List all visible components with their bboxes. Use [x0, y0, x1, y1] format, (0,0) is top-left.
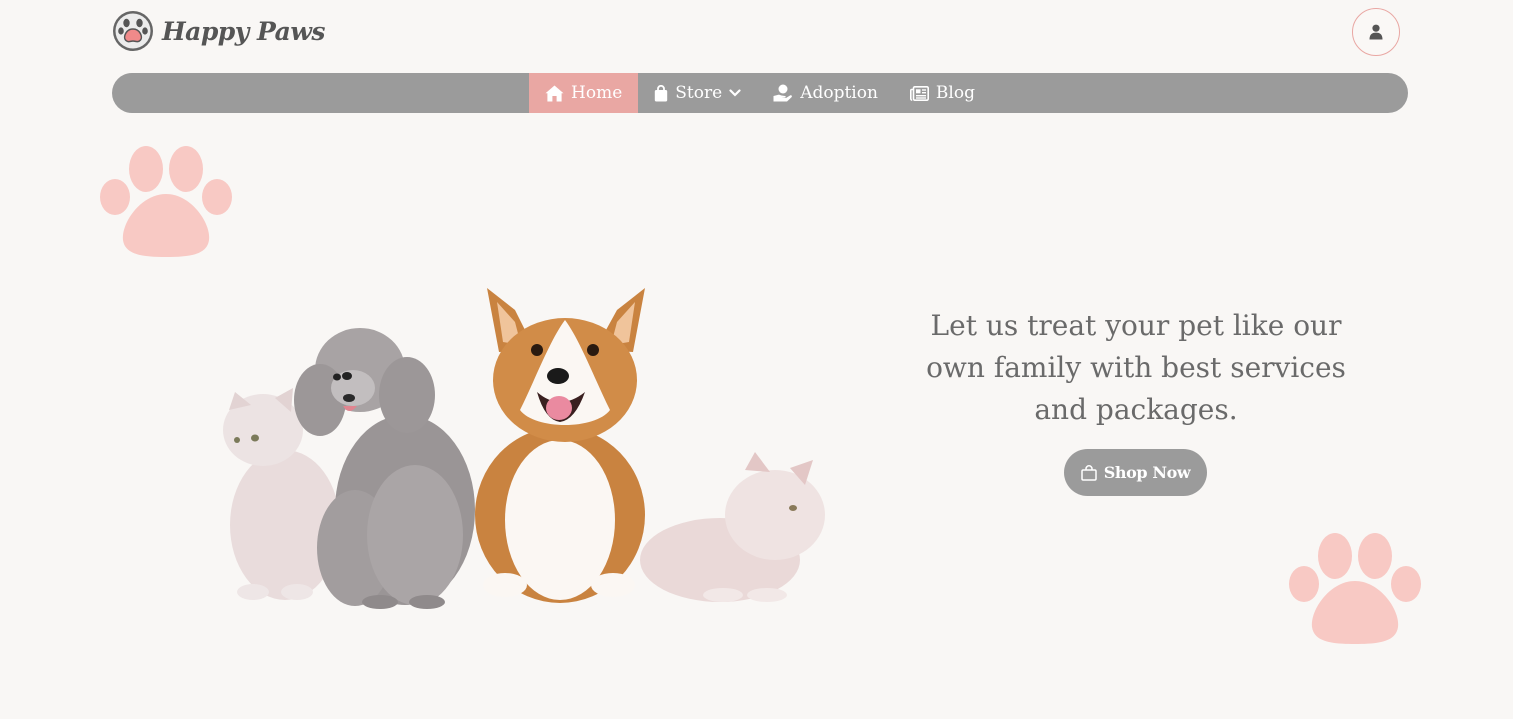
page: Happy Paws Home Store Adoption Blog Let … — [0, 0, 1513, 719]
paw-logo-icon — [113, 11, 153, 51]
nav-item-adoption[interactable]: Adoption — [757, 73, 894, 113]
brand-name: Happy Paws — [162, 16, 325, 46]
hero-pets-image — [223, 288, 825, 609]
user-icon — [1369, 24, 1383, 40]
nav-label-adoption: Adoption — [800, 83, 878, 103]
newspaper-icon — [909, 85, 929, 101]
main-nav: Home Store Adoption Blog — [112, 73, 1408, 113]
shopping-bag-icon — [655, 84, 668, 101]
nav-item-blog[interactable]: Blog — [894, 73, 991, 113]
nav-item-home[interactable]: Home — [529, 73, 639, 113]
nav-item-store[interactable]: Store — [638, 73, 757, 113]
nav-label-home: Home — [571, 83, 623, 103]
hand-holding-heart-icon — [773, 84, 793, 102]
brand-logo[interactable]: Happy Paws — [112, 10, 325, 52]
nav-label-store: Store — [675, 83, 723, 103]
shop-now-label: Shop Now — [1103, 463, 1191, 482]
user-account-button[interactable] — [1352, 8, 1400, 56]
shop-now-button[interactable]: Shop Now — [1064, 449, 1207, 496]
nav-label-blog: Blog — [935, 83, 975, 103]
home-icon — [545, 85, 564, 101]
cat-right — [640, 452, 825, 602]
corgi-dog — [475, 288, 645, 603]
shopping-bag-icon — [1081, 464, 1097, 481]
paw-decoration-top-left — [100, 146, 232, 257]
hero-tagline: Let us treat your pet like our own famil… — [926, 309, 1346, 426]
paw-decoration-bottom-right — [1289, 533, 1421, 644]
chevron-down-icon[interactable] — [729, 89, 741, 97]
